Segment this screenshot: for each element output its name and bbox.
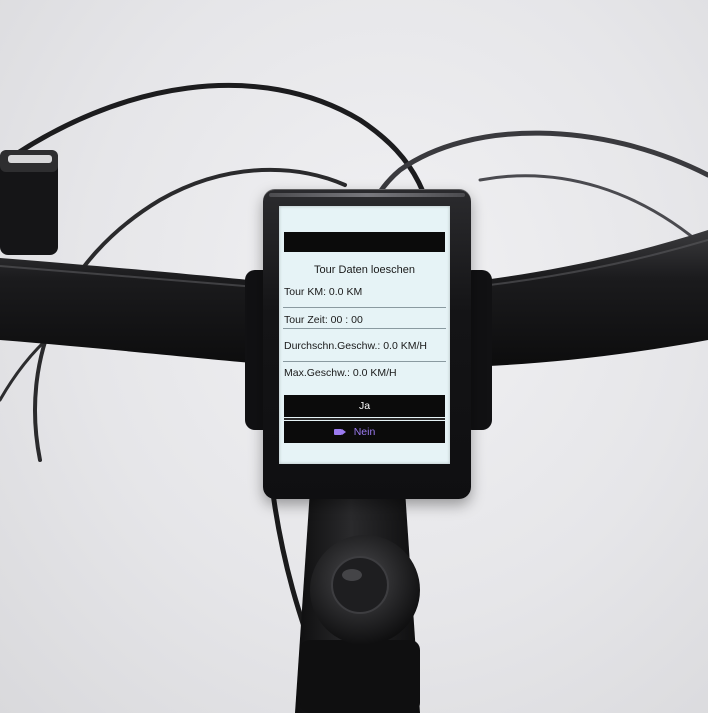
status-bar: [284, 232, 445, 252]
stem: [295, 490, 420, 713]
divider: [283, 328, 446, 329]
display-screen: Tour Daten loeschen Tour KM: 0.0 KM Tour…: [279, 206, 450, 464]
tour-time-row: Tour Zeit: 00 : 00: [284, 314, 363, 326]
option-yes-label: Ja: [358, 400, 371, 412]
option-yes[interactable]: Ja: [284, 395, 445, 417]
option-divider: [284, 418, 445, 420]
avg-speed-row: Durchschn.Geschw.: 0.0 KM/H: [284, 340, 427, 352]
screen-title: Tour Daten loeschen: [314, 264, 415, 276]
left-control-unit: [0, 150, 58, 255]
selection-arrow-icon: [334, 429, 346, 435]
tour-km-row: Tour KM: 0.0 KM: [284, 286, 363, 298]
option-no-label: Nein: [353, 426, 376, 438]
option-no[interactable]: Nein: [284, 421, 445, 443]
divider: [283, 361, 446, 362]
divider: [283, 307, 446, 308]
display-bezel-highlight: [269, 193, 465, 197]
max-speed-row: Max.Geschw.: 0.0 KM/H: [284, 367, 397, 379]
